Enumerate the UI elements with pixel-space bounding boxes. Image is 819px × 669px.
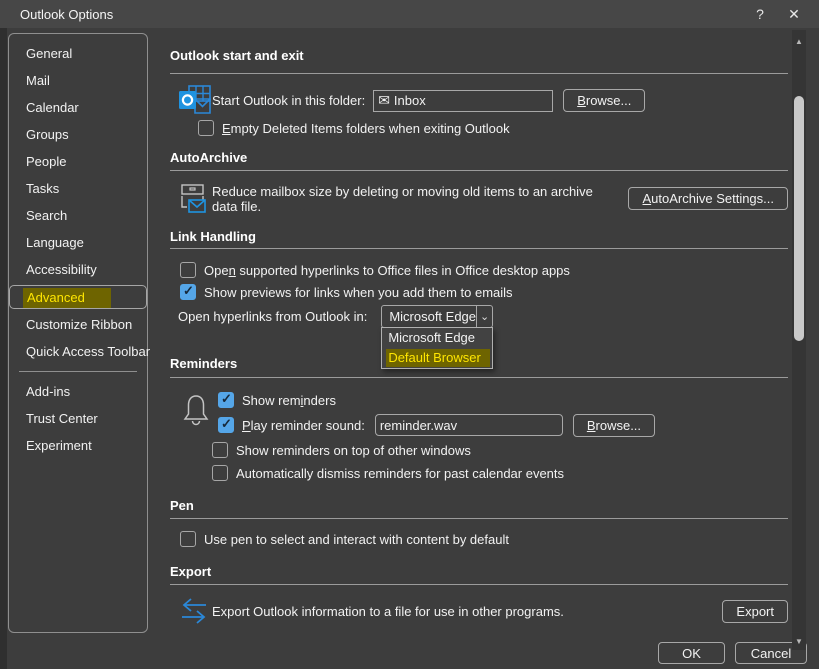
link-previews-label: Show previews for links when you add the… bbox=[204, 285, 513, 300]
pen-label: Use pen to select and interact with cont… bbox=[204, 532, 509, 547]
empty-deleted-checkbox-row: Empty Deleted Items folders when exiting… bbox=[198, 120, 788, 136]
reminders-ontop-checkbox[interactable] bbox=[212, 442, 228, 458]
play-sound-label: Play reminder sound: bbox=[242, 418, 365, 433]
reminders-dismiss-row: Automatically dismiss reminders for past… bbox=[212, 465, 788, 481]
chevron-down-icon[interactable]: ⌄ bbox=[476, 306, 492, 327]
scrollbar-up-icon[interactable]: ▲ bbox=[792, 34, 806, 48]
sound-file-input[interactable] bbox=[376, 418, 562, 433]
sidebar-item-language[interactable]: Language bbox=[9, 229, 147, 256]
help-icon[interactable]: ? bbox=[743, 0, 777, 28]
browser-dropdown-popup: Microsoft Edge Default Browser bbox=[381, 327, 493, 369]
sidebar-item-quick-access-toolbar[interactable]: Quick Access Toolbar bbox=[9, 338, 147, 365]
section-rule bbox=[170, 170, 788, 171]
link-previews-checkbox[interactable] bbox=[180, 284, 196, 300]
export-button[interactable]: Export bbox=[722, 600, 788, 623]
reminders-block: Show reminders Play reminder sound: Brow… bbox=[170, 389, 788, 481]
start-folder-label: Start Outlook in this folder: bbox=[212, 93, 365, 108]
empty-deleted-label: Empty Deleted Items folders when exiting… bbox=[222, 121, 510, 136]
sidebar-item-trust-center[interactable]: Trust Center bbox=[9, 405, 147, 432]
options-content: Outlook start and exit Start Outlook in … bbox=[170, 28, 788, 625]
left-edge-strip bbox=[0, 28, 7, 669]
sidebar-nav: General Mail Calendar Groups People Task… bbox=[8, 33, 148, 633]
start-folder-row: Start Outlook in this folder: ✉ Browse..… bbox=[170, 85, 788, 116]
reminders-dismiss-label: Automatically dismiss reminders for past… bbox=[236, 466, 564, 481]
vertical-scrollbar[interactable]: ▲ ▼ bbox=[792, 30, 806, 650]
section-heading-pen: Pen bbox=[170, 498, 788, 513]
archive-box-icon bbox=[170, 183, 212, 214]
reminders-dismiss-checkbox[interactable] bbox=[212, 465, 228, 481]
pen-checkbox[interactable] bbox=[180, 531, 196, 547]
browser-dropdown-control[interactable]: Microsoft Edge ⌄ bbox=[381, 305, 493, 328]
autoarchive-desc: Reduce mailbox size by deleting or movin… bbox=[212, 184, 616, 214]
section-rule bbox=[170, 377, 788, 378]
scrollbar-down-icon[interactable]: ▼ bbox=[792, 634, 806, 648]
sidebar-item-people[interactable]: People bbox=[9, 148, 147, 175]
sidebar-item-add-ins[interactable]: Add-ins bbox=[9, 378, 147, 405]
sidebar-item-advanced[interactable]: Advanced bbox=[9, 285, 147, 309]
empty-deleted-checkbox[interactable] bbox=[198, 120, 214, 136]
sidebar-divider bbox=[19, 371, 137, 372]
play-sound-row: Play reminder sound: Browse... bbox=[218, 412, 788, 438]
outlook-options-dialog: Outlook Options ? ✕ General Mail Calenda… bbox=[0, 0, 819, 669]
advanced-highlight-annotation: Advanced bbox=[23, 288, 111, 308]
browser-dropdown: Microsoft Edge ⌄ Microsoft Edge Default … bbox=[381, 305, 493, 328]
ok-button[interactable]: OK bbox=[658, 642, 725, 664]
bell-icon bbox=[182, 393, 210, 429]
sidebar-item-tasks[interactable]: Tasks bbox=[9, 175, 147, 202]
titlebar: Outlook Options ? ✕ bbox=[0, 0, 819, 28]
reminders-ontop-label: Show reminders on top of other windows bbox=[236, 443, 471, 458]
sound-file-field[interactable] bbox=[375, 414, 563, 436]
section-rule bbox=[170, 518, 788, 519]
sidebar-item-general[interactable]: General bbox=[9, 40, 147, 67]
reminders-ontop-row: Show reminders on top of other windows bbox=[212, 442, 788, 458]
show-reminders-label: Show reminders bbox=[242, 393, 336, 408]
window-title: Outlook Options bbox=[20, 7, 113, 22]
envelope-icon: ✉ bbox=[378, 92, 390, 109]
section-heading-start-exit: Outlook start and exit bbox=[170, 48, 788, 63]
pen-checkbox-row: Use pen to select and interact with cont… bbox=[180, 531, 788, 547]
open-hyperlinks-label: Open hyperlinks from Outlook in: bbox=[178, 309, 367, 324]
export-arrows-icon bbox=[170, 597, 212, 625]
browse-folder-button[interactable]: Browse... bbox=[563, 89, 645, 112]
sidebar-item-search[interactable]: Search bbox=[9, 202, 147, 229]
dropdown-option-microsoft-edge[interactable]: Microsoft Edge bbox=[382, 328, 492, 348]
dropdown-option-default-browser[interactable]: Default Browser bbox=[382, 348, 492, 368]
autoarchive-row: Reduce mailbox size by deleting or movin… bbox=[170, 183, 788, 214]
section-heading-autoarchive: AutoArchive bbox=[170, 150, 788, 165]
export-row: Export Outlook information to a file for… bbox=[170, 597, 788, 625]
export-desc: Export Outlook information to a file for… bbox=[212, 604, 722, 619]
sidebar-item-accessibility[interactable]: Accessibility bbox=[9, 256, 147, 283]
section-rule bbox=[170, 248, 788, 249]
sidebar-item-mail[interactable]: Mail bbox=[9, 67, 147, 94]
scrollbar-thumb[interactable] bbox=[794, 96, 804, 341]
close-icon[interactable]: ✕ bbox=[777, 0, 811, 28]
sidebar-item-experiment[interactable]: Experiment bbox=[9, 432, 147, 459]
start-folder-input[interactable] bbox=[390, 93, 552, 108]
office-links-checkbox[interactable] bbox=[180, 262, 196, 278]
open-hyperlinks-row: Open hyperlinks from Outlook in: Microso… bbox=[178, 305, 788, 328]
section-rule bbox=[170, 584, 788, 585]
office-links-checkbox-row: Open supported hyperlinks to Office file… bbox=[180, 262, 788, 278]
section-heading-export: Export bbox=[170, 564, 788, 579]
start-folder-field[interactable]: ✉ bbox=[373, 90, 553, 112]
sidebar-item-calendar[interactable]: Calendar bbox=[9, 94, 147, 121]
sidebar-item-customize-ribbon[interactable]: Customize Ribbon bbox=[9, 311, 147, 338]
sidebar-item-groups[interactable]: Groups bbox=[9, 121, 147, 148]
section-heading-link-handling: Link Handling bbox=[170, 229, 788, 244]
autoarchive-settings-button[interactable]: AutoArchive Settings... bbox=[628, 187, 788, 210]
link-previews-checkbox-row: Show previews for links when you add the… bbox=[180, 284, 788, 300]
play-sound-checkbox[interactable] bbox=[218, 417, 234, 433]
section-rule bbox=[170, 73, 788, 74]
office-links-label: Open supported hyperlinks to Office file… bbox=[204, 263, 570, 278]
default-browser-highlight-annotation: Default Browser bbox=[386, 349, 489, 367]
show-reminders-checkbox[interactable] bbox=[218, 392, 234, 408]
browse-sound-button[interactable]: Browse... bbox=[573, 414, 655, 437]
show-reminders-row: Show reminders bbox=[218, 389, 788, 411]
browser-dropdown-value: Microsoft Edge bbox=[382, 309, 476, 324]
outlook-app-icon bbox=[170, 85, 212, 116]
